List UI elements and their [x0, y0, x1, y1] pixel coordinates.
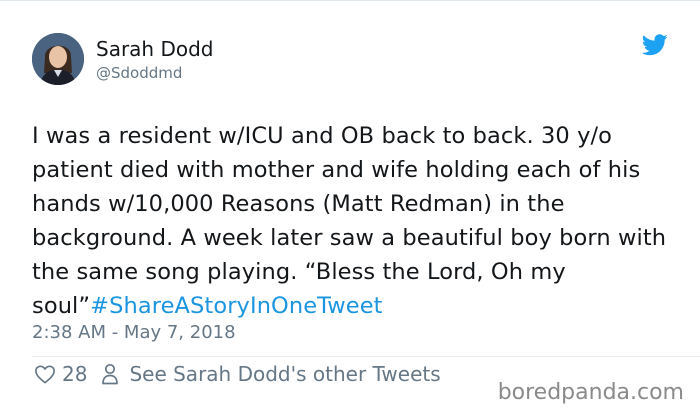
tweet-card: Sarah Dodd @Sdoddmd I was a resident w/I… — [0, 0, 700, 415]
divider — [32, 356, 700, 357]
avatar[interactable] — [32, 33, 84, 85]
twitter-bird-icon[interactable] — [642, 34, 668, 56]
watermark: boredpanda.com — [497, 380, 684, 405]
like-count[interactable]: 28 — [62, 361, 87, 387]
other-tweets-link[interactable]: See Sarah Dodd's other Tweets — [129, 361, 440, 387]
heart-icon[interactable] — [34, 364, 56, 384]
display-name[interactable]: Sarah Dodd — [96, 36, 214, 62]
tweet-header: Sarah Dodd @Sdoddmd — [32, 33, 214, 85]
hashtag-link[interactable]: #ShareAStoryInOneTweet — [90, 293, 382, 319]
person-icon — [102, 363, 119, 385]
user-handle[interactable]: @Sdoddmd — [96, 63, 214, 83]
tweet-body: I was a resident w/ICU and OB back to ba… — [32, 123, 667, 319]
tweet-timestamp[interactable]: 2:38 AM - May 7, 2018 — [32, 321, 236, 345]
tweet-text: I was a resident w/ICU and OB back to ba… — [32, 119, 682, 323]
tweet-actions: 28 See Sarah Dodd's other Tweets — [34, 361, 441, 387]
user-names: Sarah Dodd @Sdoddmd — [96, 36, 214, 83]
avatar-image — [32, 33, 84, 85]
